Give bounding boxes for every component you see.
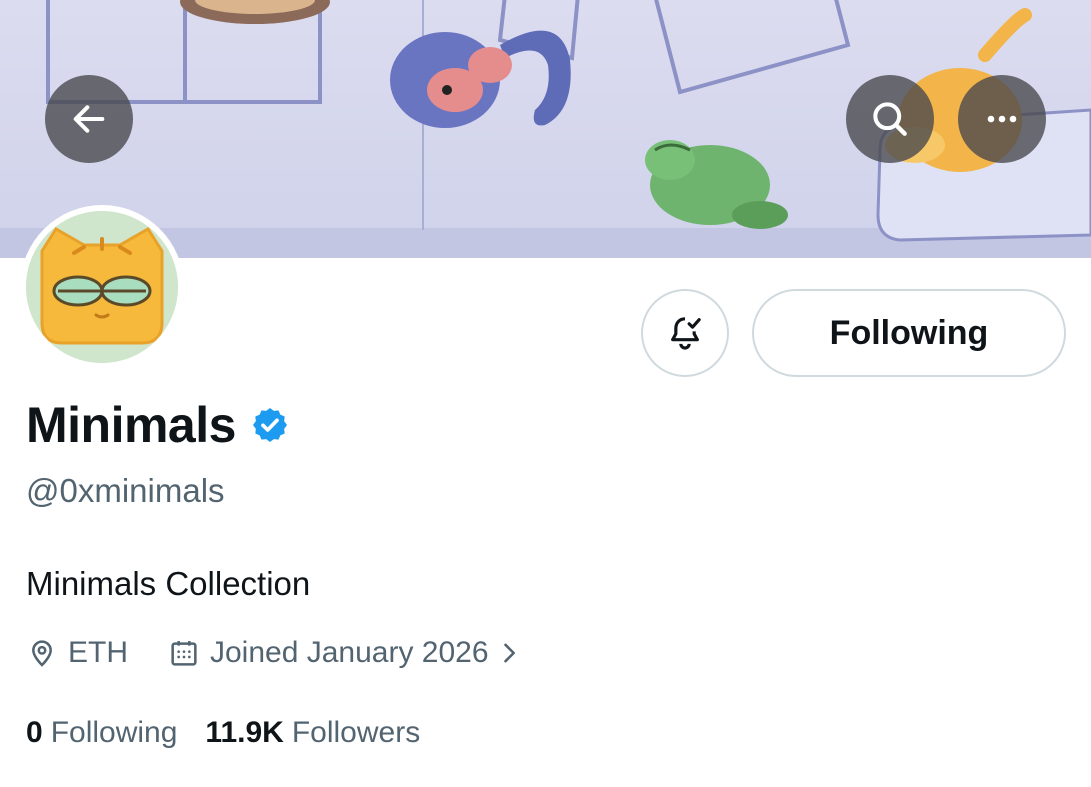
profile-name-row: Minimals (26, 396, 290, 454)
profile-name: Minimals (26, 397, 236, 453)
followers-stat[interactable]: 11.9K Followers (205, 716, 420, 750)
profile-handle: @0xminimals (26, 472, 225, 509)
location-pin-icon (32, 640, 52, 667)
following-button[interactable]: Following (752, 289, 1066, 377)
search-icon (873, 102, 907, 136)
bell-check-icon (671, 317, 701, 350)
search-button[interactable] (846, 75, 934, 163)
arrow-left-icon (73, 105, 105, 133)
more-horizontal-icon (987, 115, 1017, 123)
followers-count: 11.9K (205, 716, 284, 749)
followers-label: Followers (291, 716, 421, 749)
avatar (26, 211, 178, 363)
profile-stats: 0 Following 11.9K Followers (26, 716, 420, 750)
joined-item[interactable]: Joined January 2026 (168, 636, 523, 670)
profile-bio: Minimals Collection (26, 565, 311, 602)
back-button[interactable] (45, 75, 133, 163)
more-button[interactable] (958, 75, 1046, 163)
verified-badge-icon[interactable] (250, 405, 290, 445)
location-item: ETH (26, 636, 128, 670)
chevron-right-icon (503, 643, 515, 663)
notifications-button[interactable] (641, 289, 729, 377)
avatar-frame[interactable] (20, 205, 184, 369)
joined-text: Joined January 2026 (210, 636, 489, 669)
following-stat[interactable]: 0 Following (26, 716, 177, 750)
following-label: Following (50, 716, 178, 749)
following-count: 0 (26, 716, 43, 749)
location-text: ETH (68, 636, 128, 669)
cat-avatar-illustration (26, 211, 178, 363)
profile-meta: ETH Joined January 2026 (26, 636, 523, 670)
calendar-icon (171, 641, 197, 666)
